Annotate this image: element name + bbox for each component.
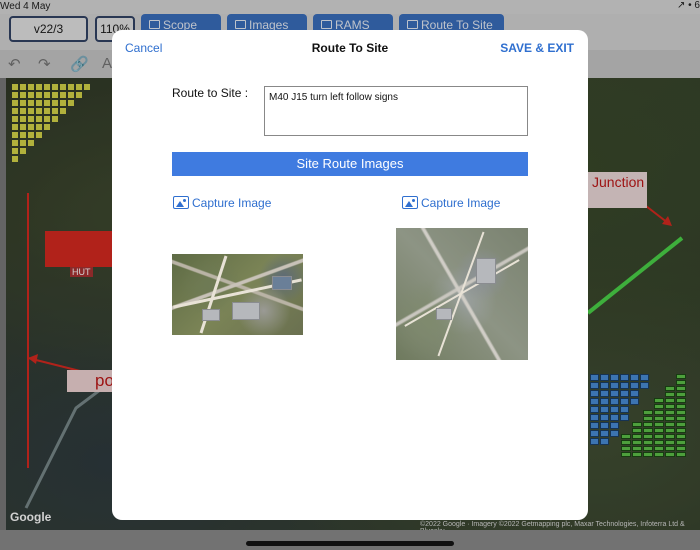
route-to-site-dialog: Cancel Route To Site SAVE & EXIT Route t… — [112, 30, 588, 520]
route-field-label: Route to Site : — [172, 86, 249, 100]
route-image-thumbnail-1[interactable] — [172, 254, 303, 335]
save-exit-button[interactable]: SAVE & EXIT — [500, 41, 574, 55]
capture-image-button-right[interactable]: Capture Image — [402, 196, 500, 210]
route-image-thumbnail-2[interactable] — [396, 228, 528, 360]
photo-icon — [173, 196, 189, 209]
photo-icon — [402, 196, 418, 209]
home-indicator[interactable] — [246, 541, 454, 546]
building — [202, 309, 220, 321]
route-text-input[interactable] — [264, 86, 528, 136]
building — [272, 276, 292, 290]
building — [476, 258, 496, 284]
site-route-images-header: Site Route Images — [172, 152, 528, 176]
road — [437, 231, 485, 357]
capture-image-label-right: Capture Image — [421, 196, 501, 210]
building — [232, 302, 260, 320]
building — [436, 308, 452, 320]
capture-image-button-left[interactable]: Capture Image — [173, 196, 271, 210]
capture-image-label-left: Capture Image — [192, 196, 272, 210]
